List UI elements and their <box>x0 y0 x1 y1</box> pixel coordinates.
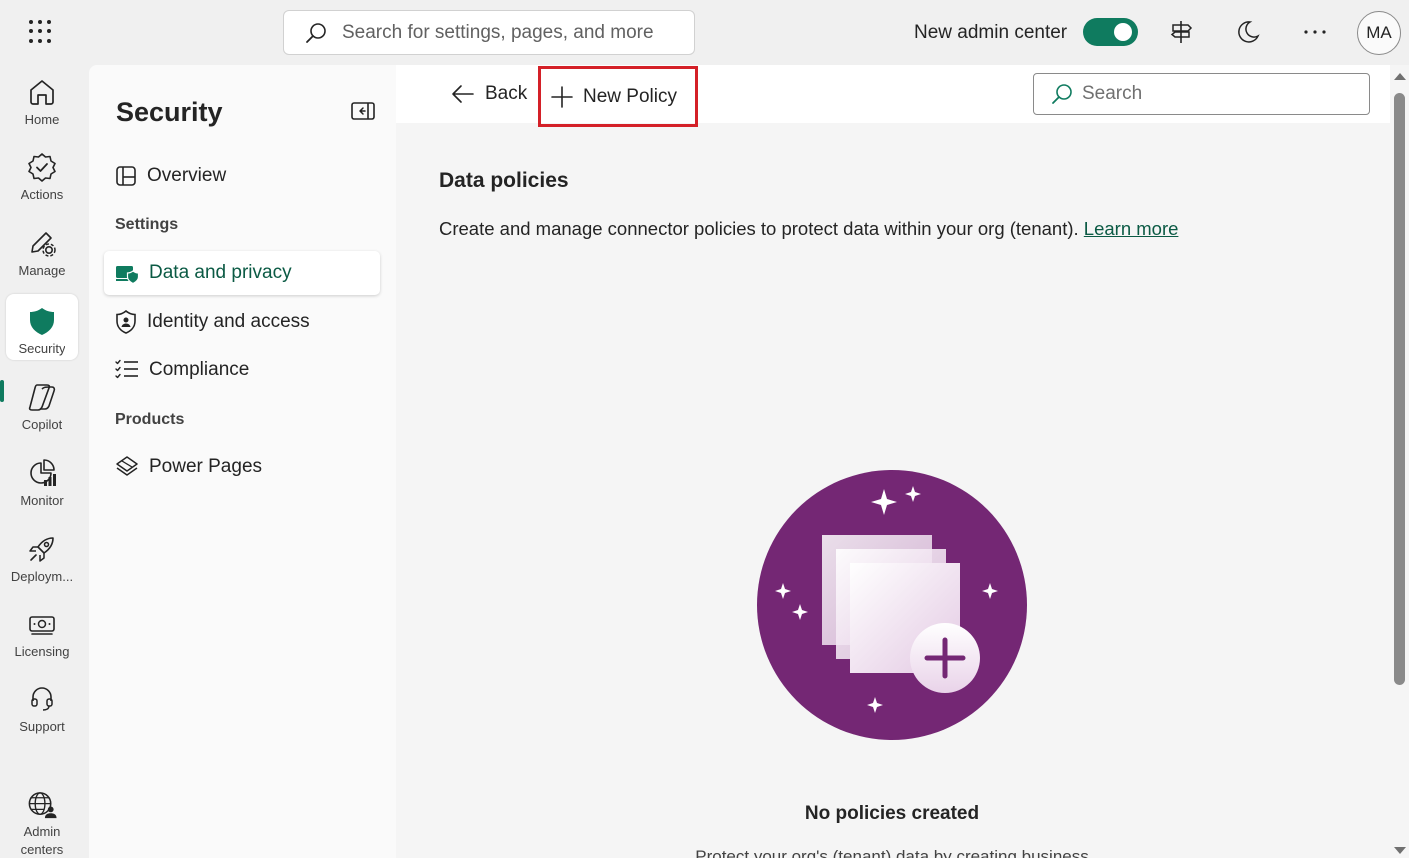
nav-identity-and-access-label: Identity and access <box>147 311 310 332</box>
page-title: Data policies <box>439 169 569 192</box>
empty-state-illustration <box>757 470 1027 740</box>
avatar[interactable]: MA <box>1357 11 1401 55</box>
rail-label-admin-centers: Admin centers <box>20 824 64 858</box>
globe-person-icon <box>28 792 57 819</box>
signpost-icon[interactable] <box>1166 17 1196 47</box>
arrow-left-icon <box>452 85 474 103</box>
page-description: Create and manage connector policies to … <box>439 218 1178 240</box>
app-launcher-icon[interactable] <box>26 17 56 47</box>
policy-search-input[interactable]: Search <box>1033 73 1370 115</box>
headset-icon <box>31 687 53 711</box>
rail-label-monitor: Monitor <box>20 493 64 508</box>
policy-search-placeholder: Search <box>1082 83 1143 104</box>
nav-overview-label: Overview <box>147 165 227 186</box>
nav-compliance-label: Compliance <box>149 359 250 380</box>
main-content: Back New Policy Search Data policies Cre… <box>396 65 1409 858</box>
collapse-panel-icon[interactable] <box>351 101 375 121</box>
settings-section-header: Settings <box>115 216 179 233</box>
plus-icon <box>551 85 573 108</box>
rail-item-admin-centers[interactable]: Admin centers <box>6 778 78 858</box>
nav-data-and-privacy[interactable]: Data and privacy <box>104 251 380 295</box>
nav-compliance[interactable]: Compliance <box>104 348 380 392</box>
rail-item-copilot[interactable]: Copilot <box>6 370 78 436</box>
scroll-thumb[interactable] <box>1394 93 1405 685</box>
rail-item-licensing[interactable]: Licensing <box>6 597 78 663</box>
page-description-text: Create and manage connector policies to … <box>439 218 1079 239</box>
rail-item-deployment[interactable]: Deploym... <box>6 522 78 588</box>
global-search-box[interactable]: Search for settings, pages, and more <box>283 10 695 55</box>
security-nav-panel: Security Overview Settings Data and priv… <box>89 65 396 858</box>
products-section-header: Products <box>115 411 185 428</box>
rail-item-security[interactable]: Security <box>6 294 78 360</box>
rail-item-home[interactable]: Home <box>6 65 78 131</box>
empty-state-title: No policies created <box>804 803 980 824</box>
rocket-icon <box>29 537 54 562</box>
rail-label-licensing: Licensing <box>14 644 70 659</box>
copilot-icon <box>28 384 56 411</box>
nav-power-pages[interactable]: Power Pages <box>104 445 380 489</box>
rail-item-support[interactable]: Support <box>6 672 78 738</box>
home-icon <box>30 80 54 105</box>
rail-label-support: Support <box>19 719 65 734</box>
empty-state-subtitle: Protect your org's (tenant) data by crea… <box>695 847 1089 858</box>
rail-label-actions: Actions <box>20 187 64 202</box>
checklist-icon <box>115 359 138 379</box>
search-icon <box>306 22 326 43</box>
rail-label-manage: Manage <box>18 263 66 278</box>
nav-identity-and-access[interactable]: Identity and access <box>104 300 380 344</box>
manage-pen-gear-icon <box>31 232 56 257</box>
back-button[interactable]: Back <box>451 81 527 107</box>
more-icon[interactable] <box>1300 17 1330 47</box>
new-admin-center-label: New admin center <box>914 22 1068 43</box>
panel-title: Security <box>116 97 223 127</box>
back-button-label: Back <box>485 83 528 104</box>
top-bar: Search for settings, pages, and more New… <box>0 0 1409 65</box>
moon-icon[interactable] <box>1233 17 1263 47</box>
left-rail: Home Actions Manage Security Copilot Mon… <box>0 65 84 858</box>
rail-label-copilot: Copilot <box>21 417 63 432</box>
nav-data-and-privacy-label: Data and privacy <box>149 262 292 283</box>
shield-icon <box>30 308 54 335</box>
scroll-down-arrow-icon[interactable] <box>1394 847 1406 854</box>
new-policy-label: New Policy <box>583 85 677 107</box>
new-admin-center-toggle[interactable] <box>1083 18 1138 46</box>
search-icon <box>1052 84 1072 104</box>
nav-overview[interactable]: Overview <box>104 154 380 198</box>
power-pages-icon <box>116 456 138 476</box>
money-icon <box>29 616 55 635</box>
main-scrollbar[interactable] <box>1390 65 1409 858</box>
global-search-placeholder: Search for settings, pages, and more <box>342 21 654 43</box>
rail-item-manage[interactable]: Manage <box>6 216 78 282</box>
overview-icon <box>116 166 136 186</box>
rail-active-indicator <box>0 380 4 402</box>
scroll-up-arrow-icon[interactable] <box>1394 73 1406 80</box>
rail-label-home: Home <box>24 112 60 127</box>
identity-shield-icon <box>116 310 136 334</box>
rail-item-actions[interactable]: Actions <box>6 140 78 206</box>
data-privacy-icon <box>116 266 139 284</box>
rail-item-monitor[interactable]: Monitor <box>6 446 78 512</box>
command-bar: Back New Policy Search <box>396 65 1392 127</box>
new-policy-button[interactable]: New Policy <box>538 66 698 127</box>
nav-power-pages-label: Power Pages <box>149 456 263 477</box>
actions-badge-icon <box>28 153 56 182</box>
rail-label-security: Security <box>18 341 66 356</box>
rail-label-deployment: Deploym... <box>10 569 74 584</box>
monitor-chart-icon <box>30 459 56 486</box>
learn-more-link[interactable]: Learn more <box>1084 218 1179 239</box>
